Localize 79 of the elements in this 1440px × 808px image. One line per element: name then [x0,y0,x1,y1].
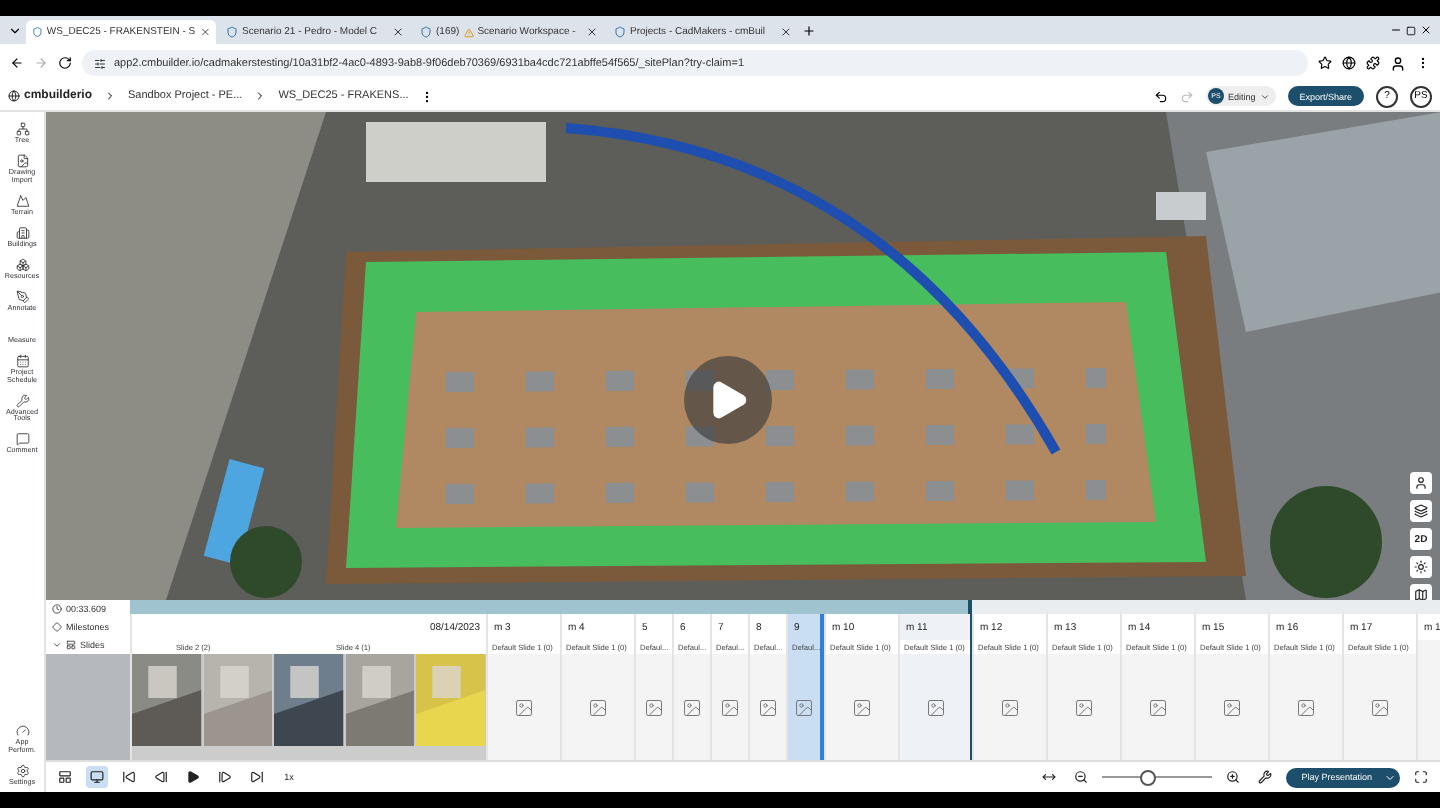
zoom-out-button[interactable] [1069,766,1092,788]
clock-icon [52,604,62,614]
image-placeholder-icon [1222,697,1242,717]
image-placeholder-icon [588,697,608,717]
profile-icon[interactable] [1390,55,1406,71]
caret-icon [1384,771,1396,783]
warning-icon [463,27,474,37]
slider-thumb[interactable] [1139,770,1156,786]
extensions-icon[interactable] [1366,56,1380,70]
settings-icon [15,764,29,779]
building-icon [15,225,29,240]
maximize-icon[interactable] [1406,25,1416,35]
image-placeholder-icon [1148,697,1168,717]
shield-icon [420,26,432,38]
tool-button[interactable] [1410,472,1432,494]
image-placeholder-icon [758,697,778,717]
fullscreen-button[interactable] [1410,766,1432,788]
image-placeholder-icon [925,697,945,717]
image-placeholder-icon [1074,697,1094,717]
gauge-icon [15,724,29,739]
chevron-icon [104,90,117,102]
tool-button[interactable] [1410,556,1432,578]
image-placeholder-icon [514,697,534,717]
network-icon [15,122,29,136]
caret-icon [1259,91,1270,101]
layout-toggle[interactable] [54,766,76,788]
shield-icon [614,26,626,38]
wrench-icon [15,393,29,408]
skip-end-button[interactable] [246,766,268,788]
calendar-icon [15,353,29,368]
close-icon[interactable] [780,26,792,38]
comment-icon [15,432,29,447]
step-back-button[interactable] [150,766,172,788]
bookmark-icon[interactable] [1318,56,1332,70]
back-icon[interactable] [10,56,24,70]
mountain-icon [15,193,29,208]
close-icon[interactable] [1420,24,1432,36]
tab-list-icon[interactable] [8,23,22,37]
layers-icon [1414,504,1428,518]
person-icon [1414,476,1428,490]
step-forward-button[interactable] [214,766,236,788]
minimize-icon[interactable] [1390,24,1402,36]
zoom-in-button[interactable] [1221,766,1244,788]
map-icon [1414,588,1428,600]
screen-toggle[interactable] [86,766,108,788]
diamond-icon [52,622,62,632]
image-placeholder-icon [1296,697,1316,717]
pen-icon [15,289,29,304]
reload-icon[interactable] [58,56,72,70]
slides-label-background [46,654,130,760]
menu-icon[interactable] [1416,56,1430,70]
image-placeholder-icon [644,697,664,717]
play-button[interactable] [182,766,204,788]
logo-icon [8,90,20,102]
new-tab-icon[interactable] [802,23,816,37]
image-placeholder-icon [852,697,872,717]
boxes-icon [15,257,29,272]
site-settings-icon[interactable] [94,57,106,69]
image-placeholder-icon [794,697,814,717]
image-placeholder-icon [1370,697,1390,717]
tool-button[interactable] [1410,500,1432,522]
image-placeholder-icon [682,697,702,717]
undo-icon[interactable] [1153,89,1168,103]
slides-icon [66,640,76,650]
image-placeholder-icon [1000,697,1020,717]
chevron-icon [52,640,62,650]
shield-icon [32,26,43,38]
image-file-icon [15,153,29,168]
sun-icon [1414,560,1428,574]
skip-start-button[interactable] [118,766,140,788]
chevron-icon [254,90,267,102]
close-icon[interactable] [586,26,598,38]
image-placeholder-icon [720,697,740,717]
play-button[interactable] [684,356,772,444]
tool-button[interactable] [1410,584,1432,600]
wrench-button[interactable] [1253,766,1276,788]
shield-icon [226,26,238,38]
fit-icon [1041,770,1056,784]
close-icon[interactable] [392,26,404,38]
